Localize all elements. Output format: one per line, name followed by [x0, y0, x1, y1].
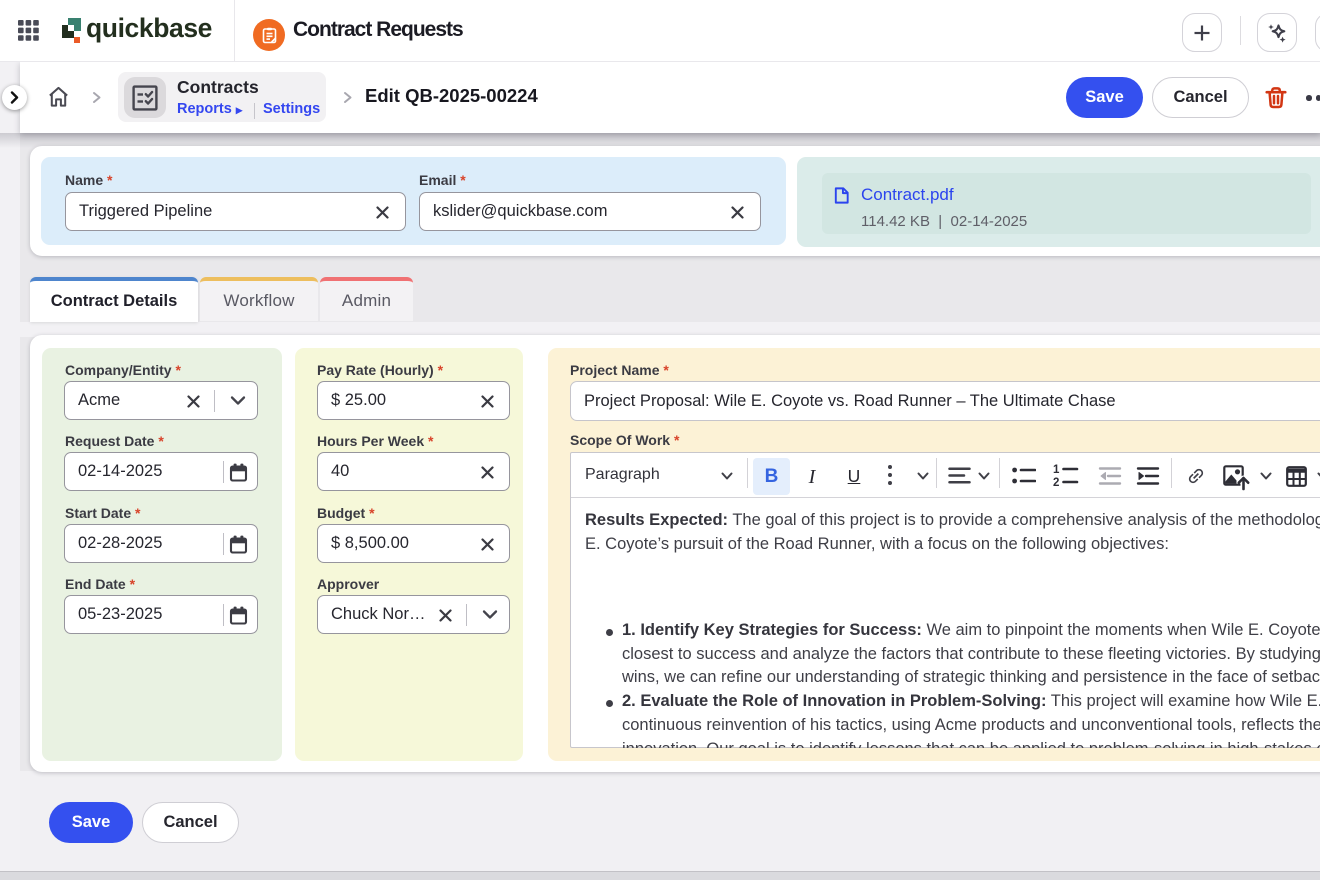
svg-text:1: 1	[1053, 464, 1060, 476]
svg-text:2: 2	[1053, 477, 1059, 489]
